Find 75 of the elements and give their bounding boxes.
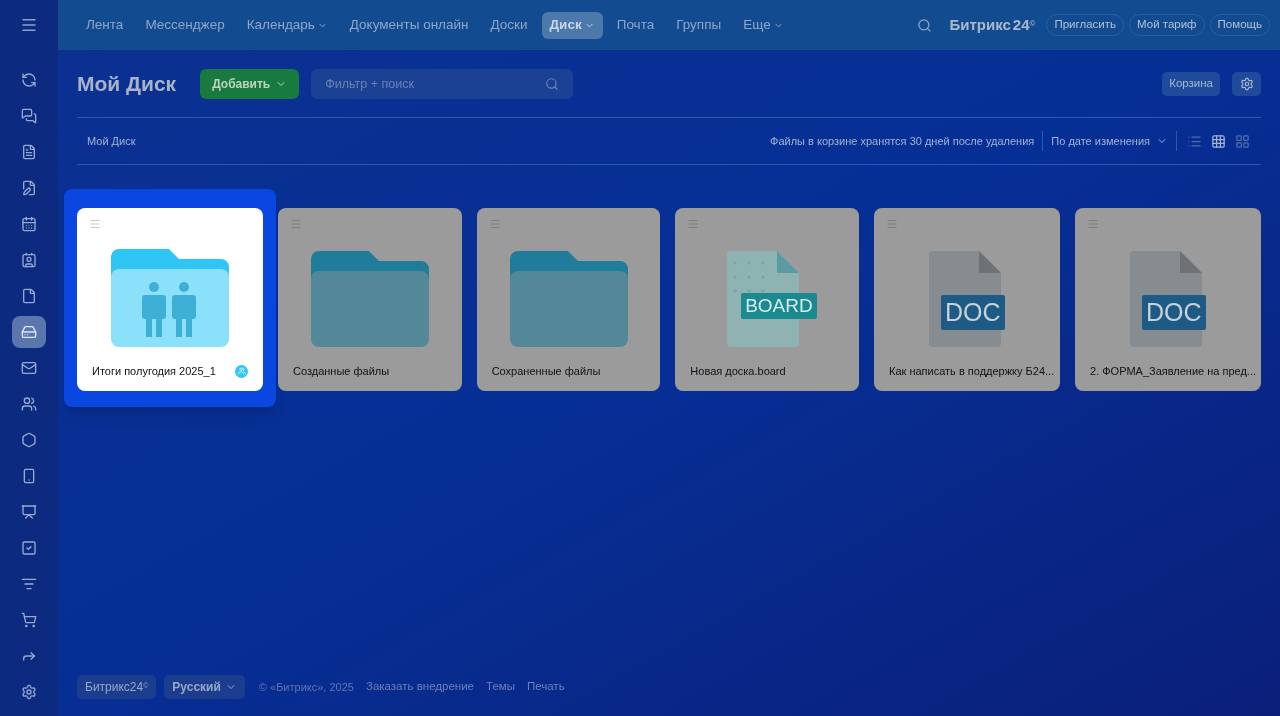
- file-name: 2. ФОРМА_Заявление на пред...: [1090, 363, 1257, 379]
- file-card[interactable]: DOC 2. ФОРМА_Заявление на пред...: [1075, 208, 1261, 391]
- settings-icon: [21, 684, 37, 700]
- nav-tab[interactable]: Диск: [541, 11, 603, 39]
- file-card[interactable]: Итоги полугодия 2025_1: [77, 208, 263, 391]
- trash-notice: Файлы в корзине хранятся 30 дней после удаления: [770, 133, 1035, 149]
- page-title: Мой Диск: [77, 70, 177, 97]
- file-name: Сохраненные файлы: [491, 363, 601, 379]
- file-type-label: DOC: [941, 295, 1005, 330]
- nav-tab[interactable]: Лента: [78, 11, 132, 39]
- sort-dropdown[interactable]: По дате изменения: [1051, 132, 1168, 150]
- nav-tab[interactable]: Документы онлайн: [341, 11, 477, 39]
- phone-icon: [21, 468, 37, 484]
- presentation-icon: [21, 504, 37, 520]
- nav-tab[interactable]: Еще: [735, 11, 792, 39]
- nav-tab[interactable]: Доски: [482, 11, 536, 39]
- cart-icon: [21, 612, 37, 628]
- file-name: Итоги полугодия 2025_1: [92, 363, 216, 379]
- folder-icon: [509, 251, 628, 347]
- nav-tab[interactable]: Группы: [668, 11, 730, 39]
- folder-icon: [310, 251, 429, 347]
- view-toggle[interactable]: [1233, 132, 1251, 150]
- add-button[interactable]: Добавить: [200, 68, 300, 99]
- settings-button[interactable]: [1232, 71, 1261, 96]
- large-grid-icon: [1234, 133, 1250, 149]
- nav-tab[interactable]: Мессенджер: [137, 11, 233, 39]
- filter-icon: [21, 576, 37, 592]
- settings-icon: [1239, 76, 1254, 91]
- drag-handle-icon[interactable]: [290, 218, 302, 230]
- drag-handle-icon[interactable]: [89, 218, 101, 230]
- small-grid-icon: [1210, 133, 1226, 149]
- calendar-icon: [21, 216, 37, 232]
- drag-handle-icon[interactable]: [1087, 218, 1099, 230]
- mail-icon: [21, 360, 37, 376]
- list-view-icon: [1186, 133, 1202, 149]
- view-toggle[interactable]: [1209, 132, 1227, 150]
- shared-folder-icon: [111, 249, 229, 347]
- trash-button[interactable]: Корзина: [1162, 71, 1220, 96]
- contact-card-icon: [21, 252, 37, 268]
- copyright: © «Битрикс», 2025: [258, 679, 354, 695]
- file-icon: [21, 288, 37, 304]
- file-card[interactable]: Сохраненные файлы: [476, 208, 661, 391]
- checkbox-icon: [21, 540, 37, 556]
- drag-handle-icon[interactable]: [886, 218, 898, 230]
- file-card[interactable]: DOC Как написать в поддержку Б24...: [874, 208, 1060, 391]
- file-name: Как написать в поддержку Б24...: [889, 363, 1055, 379]
- refresh-icon: [21, 72, 37, 88]
- brand-logo: Битрикс24$^{©}$: [949, 14, 1036, 35]
- users-icon: [21, 396, 37, 412]
- nav-tab[interactable]: Почта: [608, 11, 663, 39]
- drive-icon: [21, 324, 37, 340]
- brand-button[interactable]: Битрикс24$^{©}$: [77, 675, 157, 699]
- language-dropdown[interactable]: Русский: [164, 675, 245, 699]
- chat-icon: [21, 108, 37, 124]
- edit-document-icon: [21, 180, 37, 196]
- hexagon-icon: [21, 432, 37, 448]
- footer-link[interactable]: Заказать внедрение: [365, 678, 474, 696]
- file-name: Новая доска.board: [690, 363, 786, 379]
- file-card[interactable]: BOARD Новая доска.board: [675, 208, 859, 391]
- drag-handle-icon[interactable]: [488, 218, 501, 230]
- file-type-label: BOARD: [741, 293, 817, 319]
- sidebar-item[interactable]: [12, 316, 46, 348]
- breadcrumb[interactable]: Мой Диск: [87, 132, 136, 150]
- document-icon: [21, 144, 37, 160]
- file-name: Созданные файлы: [293, 363, 390, 379]
- file-type-label: DOC: [1142, 295, 1206, 330]
- menu-icon[interactable]: [20, 16, 38, 34]
- search-icon: [545, 76, 560, 91]
- search-field[interactable]: Фильтр + поиск: [311, 68, 574, 99]
- file-card[interactable]: Созданные файлы: [278, 208, 462, 391]
- nav-tab[interactable]: Календарь: [238, 11, 336, 39]
- search-icon[interactable]: [917, 17, 933, 33]
- drag-handle-icon[interactable]: [687, 218, 700, 230]
- footer-link[interactable]: Печать: [526, 678, 565, 696]
- footer-link[interactable]: Темы: [486, 678, 515, 696]
